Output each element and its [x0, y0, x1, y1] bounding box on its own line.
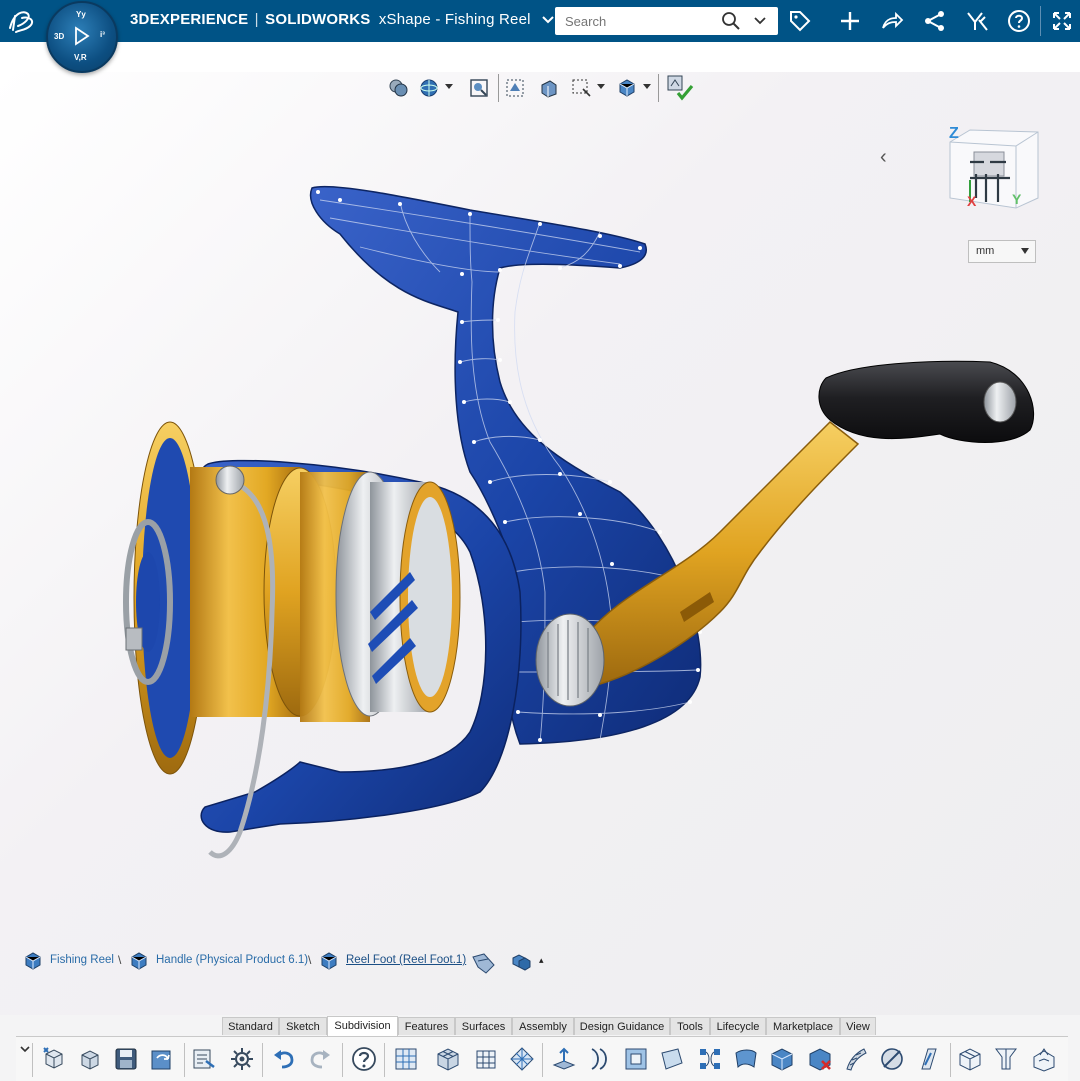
3d-viewport[interactable]: ‹ Z X Y mm Fishing Reel \ Handle (Physic… — [0, 72, 1080, 1015]
frame-icon[interactable] — [622, 1045, 650, 1073]
assembly-icon[interactable] — [510, 952, 532, 972]
tag-icon[interactable] — [788, 9, 812, 33]
undo-icon[interactable] — [270, 1045, 298, 1073]
search-box[interactable] — [555, 7, 778, 35]
action-bar-separator — [184, 1043, 185, 1077]
header-spacer — [0, 42, 1080, 72]
product-icon — [25, 952, 41, 970]
open-icon[interactable] — [76, 1045, 104, 1073]
slice-icon[interactable] — [914, 1045, 942, 1073]
tab-assembly[interactable]: Assembly — [512, 1017, 574, 1035]
symmetry-icon[interactable] — [878, 1045, 906, 1073]
fullscreen-icon[interactable] — [1050, 9, 1074, 33]
action-bar-separator — [32, 1043, 33, 1077]
product-icon — [131, 952, 147, 970]
settings-icon[interactable] — [228, 1045, 256, 1073]
help-icon[interactable] — [1007, 9, 1031, 33]
share-icon[interactable] — [880, 9, 904, 33]
cube-icon[interactable] — [956, 1045, 984, 1073]
save-icon[interactable] — [112, 1045, 140, 1073]
top-bar: 3DEXPERIENCE | SOLIDWORKS xShape - Fishi… — [0, 0, 1080, 42]
app-name: xShape — [378, 11, 431, 28]
tab-lifecycle[interactable]: Lifecycle — [710, 1017, 766, 1035]
primitive-box-icon[interactable] — [434, 1045, 462, 1073]
product-label: SOLIDWORKS — [265, 11, 371, 28]
action-bar — [16, 1036, 1068, 1081]
tab-sketch[interactable]: Sketch — [279, 1017, 327, 1035]
tab-design-guidance[interactable]: Design Guidance — [574, 1017, 670, 1035]
chevron-down-icon[interactable] — [19, 1043, 31, 1057]
compass-bottom-label: V,R — [74, 53, 87, 62]
face-icon[interactable] — [658, 1045, 686, 1073]
breadcrumb-label: Handle (Physical Product 6.1) — [156, 954, 309, 966]
chevron-down-icon[interactable] — [753, 13, 767, 27]
tab-tools[interactable]: Tools — [670, 1017, 710, 1035]
compass-widget[interactable]: Yy 3D i³ V,R — [46, 1, 118, 73]
help-icon[interactable] — [350, 1045, 378, 1073]
convert-icon[interactable] — [1030, 1045, 1058, 1073]
breadcrumb-more-caret[interactable]: ▴ — [539, 955, 544, 966]
app-title[interactable]: 3DEXPERIENCE | SOLIDWORKS xShape - Fishi… — [130, 11, 555, 28]
search-icon[interactable] — [721, 11, 741, 31]
tab-subdivision[interactable]: Subdivision — [327, 1016, 398, 1036]
fishing-reel-model[interactable] — [0, 72, 1080, 1015]
plus-icon[interactable] — [838, 9, 862, 33]
grid-icon[interactable] — [472, 1045, 500, 1073]
tab-standard[interactable]: Standard — [222, 1017, 279, 1035]
topbar-divider — [1040, 6, 1041, 36]
mesh-icon[interactable] — [508, 1045, 536, 1073]
action-bar-separator — [542, 1043, 543, 1077]
title-separator: | — [254, 11, 259, 28]
tab-view[interactable]: View — [840, 1017, 876, 1035]
reel-foot-part-icon[interactable] — [470, 951, 498, 975]
surface-icon[interactable] — [732, 1045, 760, 1073]
collaborate-icon[interactable] — [965, 9, 989, 33]
compass-right-label: i³ — [100, 30, 105, 39]
delete-face-icon[interactable] — [806, 1045, 834, 1073]
bridge-icon[interactable] — [696, 1045, 724, 1073]
title-separator-2: - — [435, 11, 441, 28]
breadcrumb-separator: \ — [118, 953, 122, 967]
action-bar-separator — [950, 1043, 951, 1077]
tab-surfaces[interactable]: Surfaces — [455, 1017, 512, 1035]
action-bar-separator — [384, 1043, 385, 1077]
play-icon[interactable] — [72, 25, 92, 47]
tab-features[interactable]: Features — [398, 1017, 455, 1035]
solid-icon[interactable] — [768, 1045, 796, 1073]
bend-icon[interactable] — [842, 1045, 870, 1073]
properties-icon[interactable] — [190, 1045, 218, 1073]
edge-loop-icon[interactable] — [586, 1045, 614, 1073]
extrude-face-icon[interactable] — [550, 1045, 578, 1073]
compass-left-label: 3D — [54, 32, 65, 41]
network-icon[interactable] — [923, 9, 947, 33]
search-input[interactable] — [555, 7, 725, 35]
compass-top-label: Yy — [76, 10, 86, 19]
action-bar-separator — [262, 1043, 263, 1077]
part-icon — [321, 952, 337, 970]
new-part-icon[interactable] — [40, 1045, 68, 1073]
chevron-down-icon[interactable] — [541, 15, 555, 25]
tab-marketplace[interactable]: Marketplace — [766, 1017, 840, 1035]
redo-icon[interactable] — [306, 1045, 334, 1073]
brand-label: 3DEXPERIENCE — [130, 11, 249, 28]
dassault-logo-icon[interactable] — [6, 6, 38, 36]
mirror-icon[interactable] — [992, 1045, 1020, 1073]
breadcrumb-separator: \ — [308, 953, 312, 967]
breadcrumb-label: Reel Foot (Reel Foot.1) — [346, 954, 467, 966]
subdivision-icon[interactable] — [392, 1045, 420, 1073]
breadcrumb-label: Fishing Reel — [50, 954, 114, 966]
document-name: Fishing Reel — [444, 11, 531, 28]
save-all-icon[interactable] — [148, 1045, 176, 1073]
action-bar-separator — [342, 1043, 343, 1077]
